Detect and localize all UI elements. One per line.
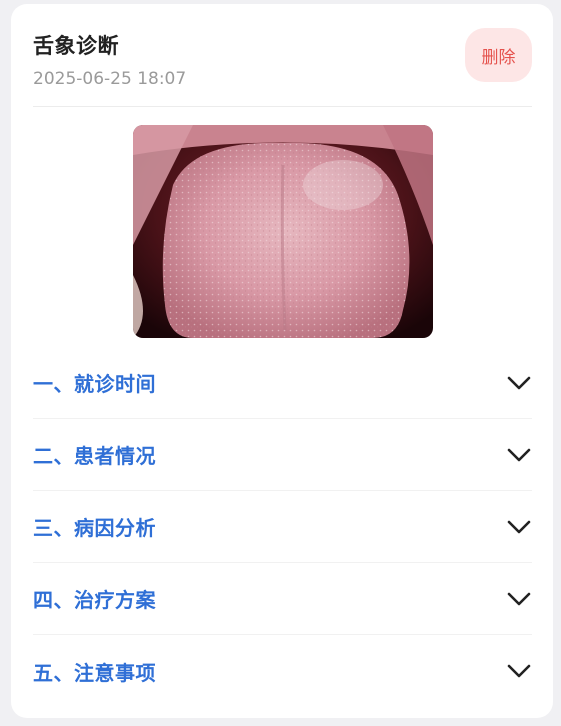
delete-button[interactable]: 删除: [465, 28, 532, 82]
chevron-down-icon[interactable]: [506, 442, 532, 468]
section-label: 一、就诊时间: [33, 372, 156, 396]
section-label: 三、病因分析: [33, 516, 156, 540]
chevron-down-icon[interactable]: [506, 370, 532, 396]
chevron-down-icon[interactable]: [506, 514, 532, 540]
tongue-image[interactable]: [133, 125, 433, 338]
section-precautions[interactable]: 五、注意事项: [33, 635, 532, 707]
section-label: 四、治疗方案: [33, 588, 156, 612]
card-header: 舌象诊断 2025-06-25 18:07 删除: [33, 26, 532, 107]
chevron-down-icon[interactable]: [506, 658, 532, 684]
section-label: 二、患者情况: [33, 444, 156, 468]
chevron-down-icon[interactable]: [506, 586, 532, 612]
section-cause-analysis[interactable]: 三、病因分析: [33, 491, 532, 563]
record-timestamp: 2025-06-25 18:07: [33, 69, 187, 89]
section-visit-time[interactable]: 一、就诊时间: [33, 347, 532, 419]
section-label: 五、注意事项: [33, 660, 156, 685]
diagnosis-card: 舌象诊断 2025-06-25 18:07 删除 一、就诊时间 二、患者情况 三…: [11, 4, 553, 718]
page-title: 舌象诊断: [33, 34, 119, 58]
section-treatment-plan[interactable]: 四、治疗方案: [33, 563, 532, 635]
section-list: 一、就诊时间 二、患者情况 三、病因分析 四、治疗方案 五、注意事项: [33, 347, 532, 707]
section-patient-condition[interactable]: 二、患者情况: [33, 419, 532, 491]
